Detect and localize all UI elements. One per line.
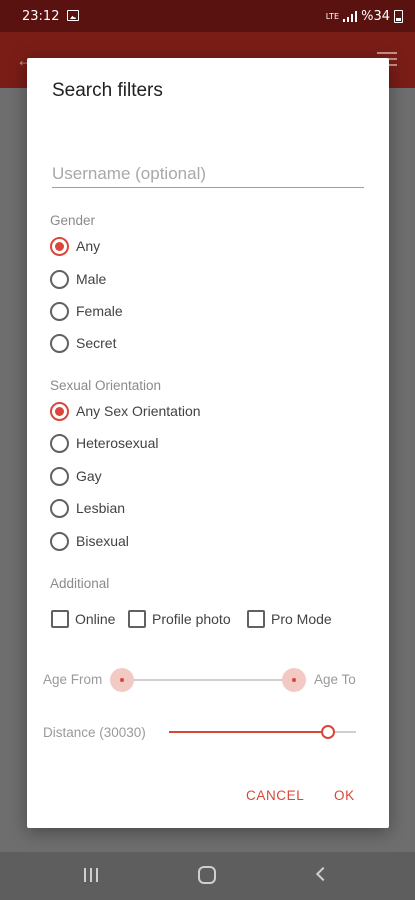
checkbox-profile-photo[interactable]: Profile photo [128,609,231,629]
distance-thumb[interactable] [321,725,335,739]
system-nav-bar [0,852,415,900]
radio-gender-any[interactable]: Any [50,234,100,258]
image-icon [67,10,79,21]
status-time: 23:12 [22,9,60,24]
radio-unchecked-icon [50,531,69,551]
radio-label: Male [76,271,107,287]
checkbox-label: Pro Mode [271,611,332,627]
radio-label: Lesbian [76,500,126,516]
network-type: LTE [325,12,340,21]
age-range-track [122,679,294,681]
radio-label: Female [76,303,123,319]
radio-orientation-bisexual[interactable]: Bisexual [50,529,129,553]
age-from-label: Age From [43,672,103,687]
radio-orientation-any[interactable]: Any Sex Orientation [50,399,201,423]
checkbox-label: Online [75,611,116,627]
radio-label: Any Sex Orientation [76,403,201,419]
radio-unchecked-icon [50,301,69,321]
status-bar: 23:12 LTE %34 [0,0,415,32]
radio-label: Heterosexual [76,435,159,451]
age-to-thumb[interactable] [282,668,306,692]
age-from-thumb[interactable] [110,668,134,692]
dialog-title: Search filters [52,80,163,101]
cancel-button[interactable]: CANCEL [246,788,304,803]
search-filters-dialog: Search filters Gender Any Male Female Se… [27,58,389,828]
recent-apps-icon[interactable] [84,868,100,882]
radio-unchecked-icon [50,333,69,353]
ok-button[interactable]: OK [334,788,355,803]
radio-orientation-heterosexual[interactable]: Heterosexual [50,431,159,455]
checkbox-pro-mode[interactable]: Pro Mode [247,609,332,629]
status-indicators: LTE %34 [326,9,403,24]
home-icon[interactable] [198,866,216,884]
radio-gender-female[interactable]: Female [50,299,123,323]
radio-checked-icon [50,236,69,256]
radio-orientation-lesbian[interactable]: Lesbian [50,496,125,520]
radio-checked-icon [50,401,69,421]
radio-label: Secret [76,335,117,351]
checkbox-online[interactable]: Online [51,609,115,629]
radio-label: Any [76,238,101,254]
gender-label: Gender [50,213,96,228]
orientation-label: Sexual Orientation [50,378,162,393]
checkbox-icon [128,610,146,628]
distance-label: Distance (30030) [43,725,146,740]
signal-icon [343,11,358,22]
checkbox-label: Profile photo [152,611,231,627]
radio-label: Bisexual [76,533,129,549]
checkbox-icon [51,610,69,628]
radio-label: Gay [76,468,102,484]
nav-back-icon[interactable] [315,866,331,882]
username-input[interactable] [52,160,364,188]
age-to-label: Age To [314,672,356,687]
radio-orientation-gay[interactable]: Gay [50,464,102,488]
radio-unchecked-icon [50,498,69,518]
additional-label: Additional [50,576,110,591]
battery-icon [394,10,403,23]
radio-gender-secret[interactable]: Secret [50,331,116,355]
radio-unchecked-icon [50,269,69,289]
checkbox-icon [247,610,265,628]
battery-text: %34 [361,9,390,24]
distance-track-active [169,731,328,733]
radio-gender-male[interactable]: Male [50,267,106,291]
radio-unchecked-icon [50,466,69,486]
radio-unchecked-icon [50,433,69,453]
